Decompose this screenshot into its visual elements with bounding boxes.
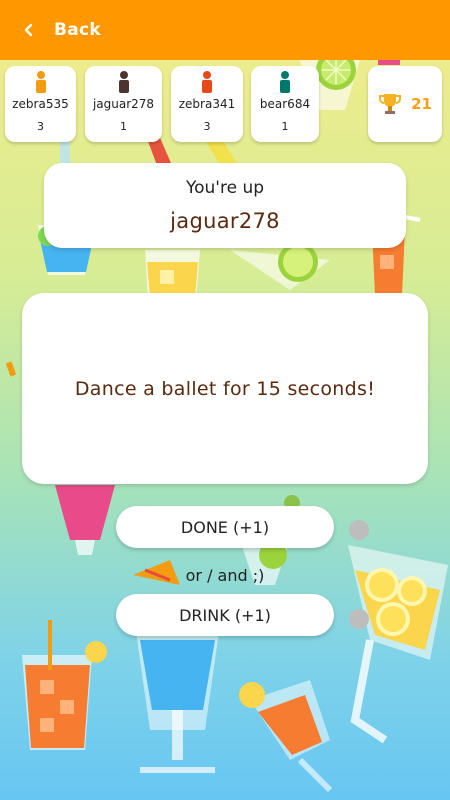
lemon-glass-right — [348, 520, 448, 744]
total-score-card: 21 — [368, 66, 442, 142]
task-card: Dance a ballet for 15 seconds! — [22, 293, 428, 484]
back-label: Back — [54, 20, 102, 40]
player-card[interactable]: zebra341 3 — [171, 66, 243, 142]
player-score: 1 — [281, 120, 289, 133]
pawn-icon — [280, 71, 290, 93]
player-name: zebra341 — [178, 97, 236, 111]
total-score: 21 — [411, 95, 432, 113]
player-name: bear684 — [259, 97, 311, 111]
top-app-bar: Back — [0, 0, 450, 60]
player-card[interactable]: zebra535 3 — [5, 66, 76, 142]
pawn-icon — [35, 71, 46, 93]
turn-label: You're up — [185, 178, 265, 198]
back-button[interactable]: Back — [0, 0, 101, 60]
current-player-name: jaguar278 — [170, 209, 280, 233]
player-name: jaguar278 — [92, 97, 155, 111]
player-score: 3 — [203, 120, 211, 133]
player-score: 3 — [37, 120, 44, 133]
task-text: Dance a ballet for 15 seconds! — [74, 377, 376, 400]
chevron-left-icon — [24, 23, 33, 37]
player-card[interactable]: jaguar278 1 — [85, 66, 162, 142]
player-card[interactable]: bear684 1 — [251, 66, 319, 142]
orange-glass-bottom-left — [22, 620, 107, 750]
player-name: zebra535 — [12, 97, 69, 111]
blue-glass-bottom-center — [135, 625, 220, 773]
orange-glass-bottom-right — [239, 680, 333, 793]
player-score: 1 — [120, 120, 127, 133]
drink-button[interactable]: DRINK (+1) — [116, 594, 334, 636]
current-turn-card: You're up jaguar278 — [44, 163, 406, 248]
lime-glass-center — [230, 242, 330, 290]
done-button[interactable]: DONE (+1) — [116, 506, 334, 548]
pawn-icon — [118, 71, 129, 93]
or-label: or / and ;) — [185, 566, 265, 585]
player-list: zebra535 3 jaguar278 1 zebra341 3 bear68… — [0, 66, 450, 144]
pawn-icon — [202, 71, 212, 93]
trophy-icon — [379, 94, 402, 114]
